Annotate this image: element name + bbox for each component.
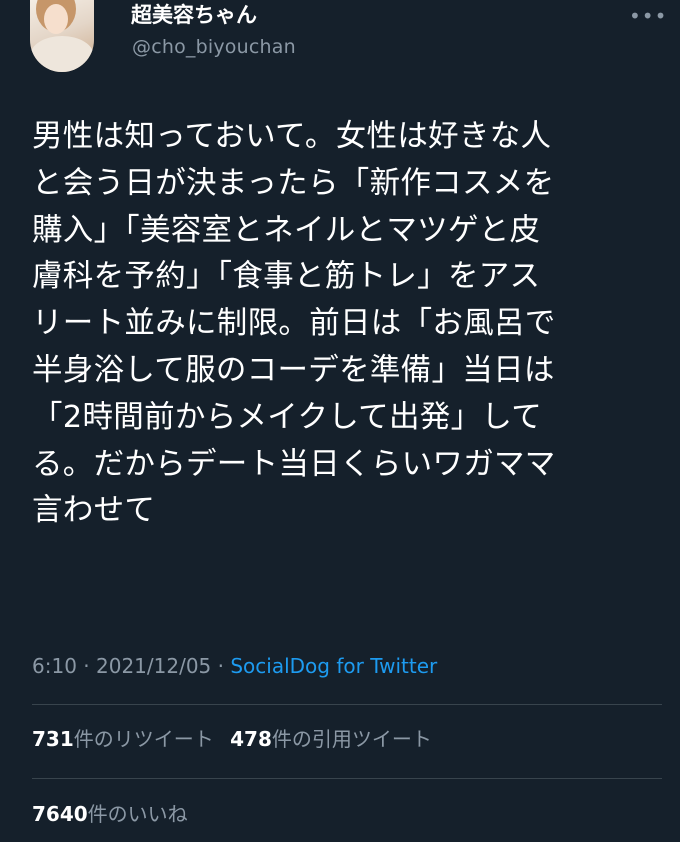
more-options-icon[interactable]: •••: [629, 6, 667, 26]
tweet-date[interactable]: 2021/12/05: [96, 654, 211, 678]
quotes-count: 478: [230, 727, 272, 751]
divider: [32, 704, 662, 705]
retweets-count: 731: [32, 727, 74, 751]
tweet-meta: 6:10 · 2021/12/05 · SocialDog for Twitte…: [32, 652, 437, 680]
retweets-stat[interactable]: 731件のリツイート: [32, 727, 214, 751]
avatar-face: [44, 4, 68, 34]
display-name[interactable]: 超美容ちゃん: [131, 2, 257, 28]
avatar[interactable]: [30, 0, 94, 72]
user-handle[interactable]: @cho_biyouchan: [132, 35, 296, 59]
meta-separator: ·: [217, 654, 224, 678]
tweet-header: 超美容ちゃん @cho_biyouchan •••: [0, 0, 680, 84]
avatar-sweater: [30, 36, 94, 72]
retweet-stats-row: 731件のリツイート 478件の引用ツイート: [32, 724, 432, 754]
likes-label: 件のいいね: [87, 802, 188, 826]
divider: [32, 778, 662, 779]
tweet-time[interactable]: 6:10: [32, 654, 77, 678]
quotes-label: 件の引用ツイート: [271, 727, 432, 751]
quotes-stat[interactable]: 478件の引用ツイート: [230, 727, 432, 751]
tweet-source-link[interactable]: SocialDog for Twitter: [230, 654, 437, 678]
likes-count: 7640: [32, 802, 88, 826]
likes-stat[interactable]: 7640件のいいね: [32, 802, 188, 826]
meta-separator: ·: [83, 654, 90, 678]
likes-stats-row: 7640件のいいね: [32, 799, 188, 829]
tweet-text: 男性は知っておいて。女性は好きな人 と会う日が決まったら「新作コスメを 購入」「…: [32, 119, 556, 529]
retweets-label: 件のリツイート: [73, 727, 214, 751]
